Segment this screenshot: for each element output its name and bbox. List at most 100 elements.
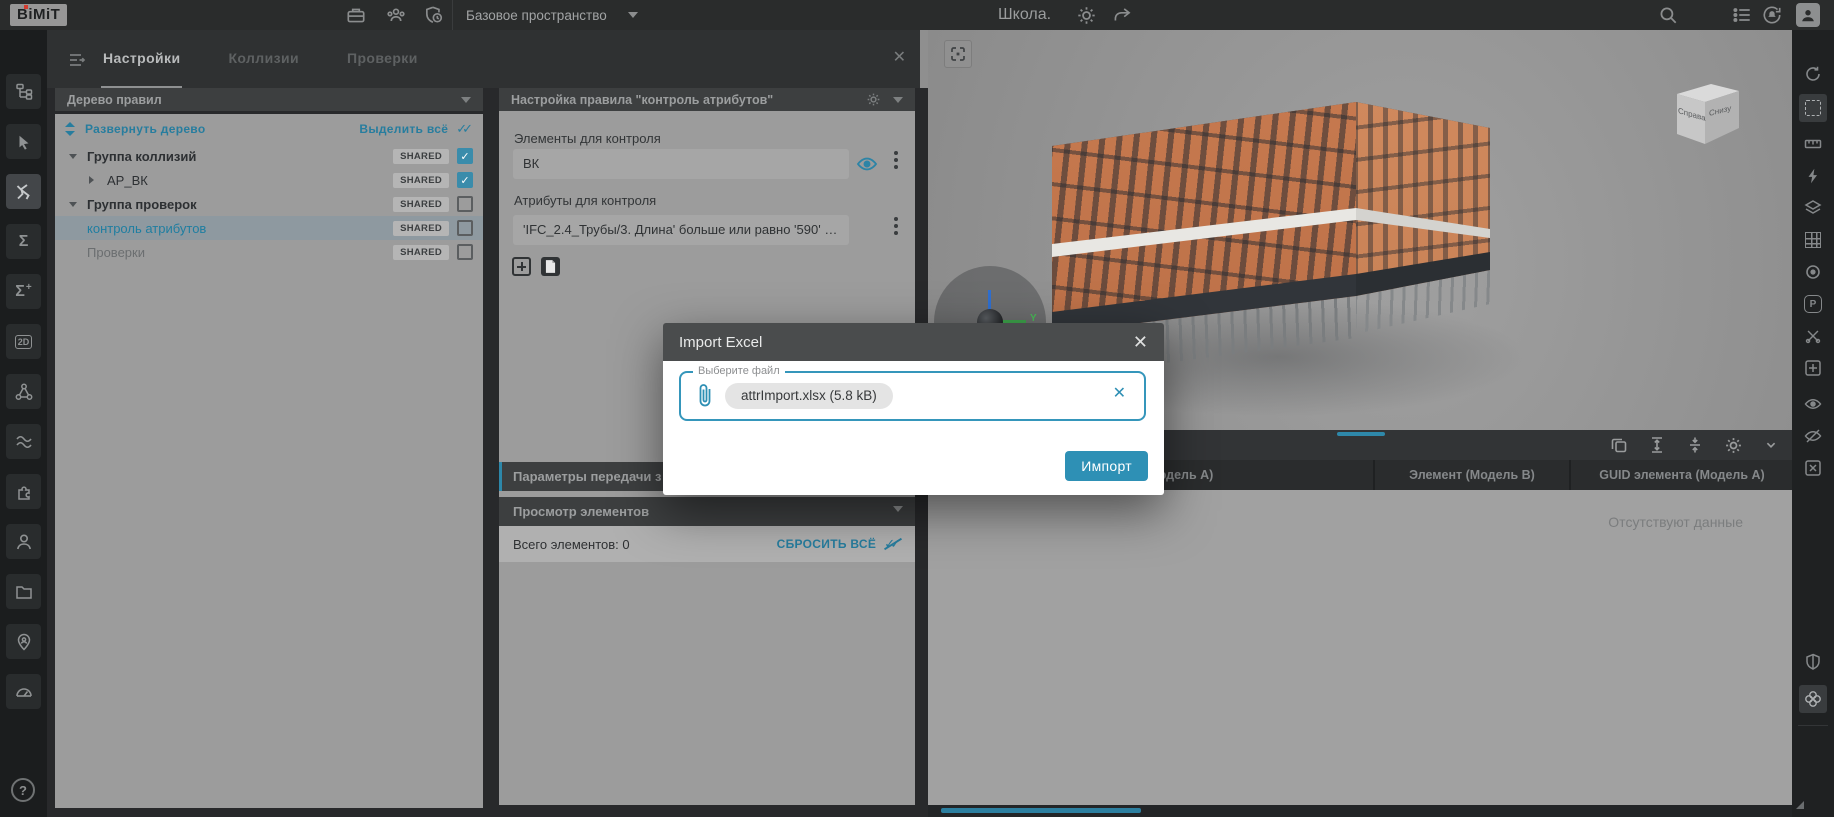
tree-row[interactable]: Группа проверок SHARED xyxy=(55,192,483,216)
collapse-panel-button[interactable] xyxy=(1759,433,1783,457)
gear-icon[interactable] xyxy=(866,92,881,107)
notification-sync-icon xyxy=(1761,4,1783,26)
close-icon[interactable]: ✕ xyxy=(1133,334,1148,350)
plugins-tool[interactable] xyxy=(6,474,41,509)
isolate-button[interactable] xyxy=(1799,454,1827,482)
chevron-down-icon[interactable] xyxy=(69,202,81,207)
chevron-down-icon[interactable] xyxy=(628,12,638,18)
share-button[interactable] xyxy=(1110,3,1134,27)
user-location-tool[interactable] xyxy=(6,624,41,659)
select-all-link[interactable]: Выделить всё xyxy=(359,122,448,136)
area-select-button[interactable] xyxy=(1799,94,1827,122)
grid-button[interactable] xyxy=(1799,226,1827,254)
graphs-tool[interactable] xyxy=(6,424,41,459)
workspace-select[interactable]: Базовое пространство xyxy=(466,0,607,30)
expand-collapse-icon[interactable] xyxy=(65,122,75,136)
security-button[interactable] xyxy=(422,3,446,27)
tab-checks[interactable]: Проверки xyxy=(345,30,420,88)
drawings-2d-tool[interactable]: 2D xyxy=(6,324,41,359)
snap-button[interactable] xyxy=(1799,354,1827,382)
collapse-caret-icon[interactable] xyxy=(461,97,471,103)
help-button[interactable]: ? xyxy=(11,778,35,802)
dashboard-tool[interactable] xyxy=(6,674,41,709)
panel-menu-button[interactable] xyxy=(67,50,87,70)
notifications-button[interactable] xyxy=(1760,3,1784,27)
nodes-icon xyxy=(14,382,34,402)
model-tree-tool[interactable] xyxy=(6,74,41,109)
tree-row-selected[interactable]: контроль атрибутов SHARED xyxy=(55,216,483,240)
eye-icon[interactable] xyxy=(855,152,879,176)
kebab-menu-icon[interactable] xyxy=(894,151,898,169)
close-icon[interactable]: ✕ xyxy=(893,50,906,66)
navigation-cube[interactable]: Справа Снизу xyxy=(1669,80,1745,150)
files-tool[interactable] xyxy=(6,574,41,609)
orbit-mode-button[interactable] xyxy=(1799,685,1827,713)
summary-tool[interactable]: Σ xyxy=(6,224,41,259)
reset-all-link[interactable]: СБРОСИТЬ ВСЁ xyxy=(777,537,877,551)
row-checkbox[interactable] xyxy=(457,148,473,164)
tree-row[interactable]: Проверки SHARED xyxy=(55,240,483,264)
reset-checks-icon[interactable] xyxy=(884,536,901,552)
summary-plus-tool[interactable]: Σ+ xyxy=(6,274,41,309)
tree-row[interactable]: АР_ВК SHARED xyxy=(55,168,483,192)
expand-tree-link[interactable]: Развернуть дерево xyxy=(85,122,205,136)
double-check-icon[interactable] xyxy=(456,121,473,137)
dialog-body: Выберите файл attrImport.xlsx (5.8 kB) ✕… xyxy=(663,361,1164,495)
user-menu-button[interactable] xyxy=(1796,3,1820,27)
orbit-button[interactable] xyxy=(1799,60,1827,88)
tree-panel-header[interactable]: Дерево правил xyxy=(55,88,483,111)
resize-handle[interactable] xyxy=(1337,432,1385,436)
expand-rows-button[interactable] xyxy=(1645,433,1669,457)
projects-button[interactable] xyxy=(344,3,368,27)
chevron-right-icon[interactable] xyxy=(89,176,101,184)
collapse-caret-icon[interactable] xyxy=(893,506,903,512)
focus-button[interactable] xyxy=(1799,258,1827,286)
row-checkbox[interactable] xyxy=(457,244,473,260)
attributes-input[interactable]: 'IFC_2.4_Трубы/3. Длина' больше или равн… xyxy=(513,215,849,245)
shared-badge: SHARED xyxy=(393,245,449,260)
file-chip[interactable]: attrImport.xlsx (5.8 kB) xyxy=(725,383,893,409)
kebab-menu-icon[interactable] xyxy=(894,217,898,235)
clear-file-icon[interactable]: ✕ xyxy=(1113,386,1126,402)
tasks-button[interactable] xyxy=(1730,3,1754,27)
section-cut-button[interactable] xyxy=(1799,322,1827,350)
row-checkbox[interactable] xyxy=(457,172,473,188)
measure-button[interactable] xyxy=(1799,130,1827,158)
ghost-mode-button[interactable] xyxy=(1799,648,1827,676)
collisions-tool[interactable] xyxy=(6,174,41,209)
structure-tool[interactable] xyxy=(6,374,41,409)
tab-settings[interactable]: Настройки xyxy=(101,30,182,88)
collapse-caret-icon[interactable] xyxy=(893,97,903,103)
import-file-button[interactable] xyxy=(541,257,560,276)
show-button[interactable] xyxy=(1799,390,1827,418)
collapse-rows-button[interactable] xyxy=(1683,433,1707,457)
quick-actions-button[interactable] xyxy=(1799,162,1827,190)
row-checkbox[interactable] xyxy=(457,220,473,236)
add-button[interactable] xyxy=(512,257,531,276)
layers-button[interactable] xyxy=(1799,194,1827,222)
resize-grip[interactable] xyxy=(1796,801,1804,809)
column-header[interactable]: Элемент (Модель B) xyxy=(1375,460,1571,490)
tree-row[interactable]: Группа коллизий SHARED xyxy=(55,144,483,168)
file-picker-field[interactable]: Выберите файл attrImport.xlsx (5.8 kB) ✕ xyxy=(679,371,1146,421)
fit-view-button[interactable] xyxy=(944,40,972,68)
row-checkbox[interactable] xyxy=(457,196,473,212)
rule-panel-header[interactable]: Настройка правила "контроль атрибутов" xyxy=(499,88,915,111)
team-button[interactable] xyxy=(384,3,408,27)
import-button[interactable]: Импорт xyxy=(1065,451,1148,481)
hide-button[interactable] xyxy=(1799,422,1827,450)
select-tool[interactable] xyxy=(6,124,41,159)
share-icon xyxy=(1111,4,1133,26)
chevron-down-icon[interactable] xyxy=(69,154,81,159)
tab-collisions[interactable]: Коллизии xyxy=(226,30,301,88)
elements-input[interactable]: ВК xyxy=(513,149,849,179)
project-settings-button[interactable] xyxy=(1074,3,1098,27)
parameters-button[interactable]: P xyxy=(1799,290,1827,318)
search-button[interactable] xyxy=(1656,3,1680,27)
copy-button[interactable] xyxy=(1607,433,1631,457)
table-settings-button[interactable] xyxy=(1721,433,1745,457)
selection-frame-icon xyxy=(1805,100,1821,116)
users-tool[interactable] xyxy=(6,524,41,559)
element-view-header[interactable]: Просмотр элементов xyxy=(499,497,915,526)
column-header[interactable]: GUID элемента (Модель A) xyxy=(1571,460,1793,490)
